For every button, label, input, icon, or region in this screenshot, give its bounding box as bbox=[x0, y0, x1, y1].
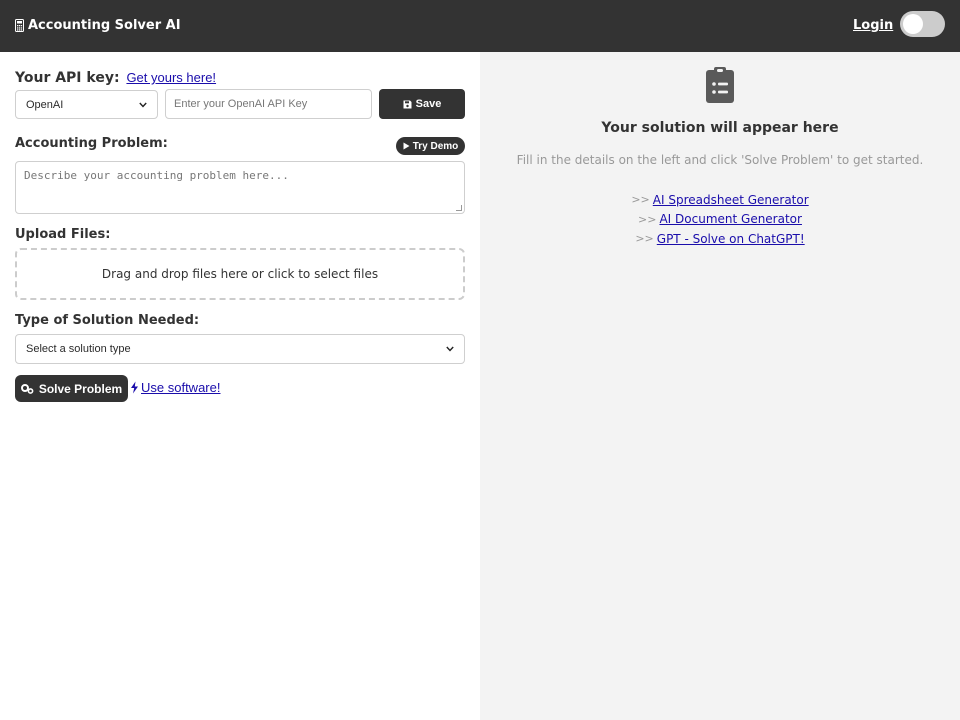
related-link-row: >> AI Document Generator bbox=[480, 210, 960, 230]
use-software-link[interactable]: Use software! bbox=[130, 380, 220, 395]
api-key-label-text: Your API key: bbox=[15, 70, 120, 86]
calculator-icon bbox=[15, 19, 24, 32]
provider-selected-value: OpenAI bbox=[26, 98, 64, 111]
top-navbar: Accounting Solver AI Login bbox=[0, 0, 960, 52]
spreadsheet-generator-link[interactable]: AI Spreadsheet Generator bbox=[653, 193, 809, 207]
try-demo-button[interactable]: Try Demo bbox=[396, 137, 465, 155]
solution-panel: Your solution will appear here Fill in t… bbox=[480, 52, 960, 720]
play-icon bbox=[403, 142, 410, 150]
lightning-bolt-icon bbox=[131, 381, 138, 394]
use-software-label: Use software! bbox=[141, 380, 221, 395]
save-label: Save bbox=[415, 98, 442, 110]
solution-type-select[interactable]: Select a solution type bbox=[15, 334, 465, 364]
api-key-label: Your API key: Get yours here! bbox=[15, 70, 216, 86]
input-panel: Your API key: Get yours here! OpenAI Ent… bbox=[0, 52, 480, 720]
solution-subtitle: Fill in the details on the left and clic… bbox=[516, 153, 924, 167]
problem-textarea[interactable]: Describe your accounting problem here... bbox=[15, 161, 465, 214]
get-api-key-link[interactable]: Get yours here! bbox=[126, 70, 216, 85]
link-arrow: >> bbox=[631, 193, 650, 207]
gears-icon bbox=[20, 383, 34, 394]
chevron-down-icon bbox=[139, 102, 147, 108]
related-link-row: >> GPT - Solve on ChatGPT! bbox=[480, 229, 960, 249]
theme-toggle[interactable] bbox=[900, 11, 945, 37]
login-link[interactable]: Login bbox=[853, 18, 893, 33]
save-button[interactable]: Save bbox=[379, 89, 465, 119]
chatgpt-link[interactable]: GPT - Solve on ChatGPT! bbox=[657, 232, 805, 246]
related-link-row: >> AI Spreadsheet Generator bbox=[480, 190, 960, 210]
app-title: Accounting Solver AI bbox=[28, 18, 181, 33]
provider-select[interactable]: OpenAI bbox=[15, 90, 158, 119]
document-generator-link[interactable]: AI Document Generator bbox=[659, 212, 801, 226]
api-key-placeholder: Enter your OpenAI API Key bbox=[174, 98, 308, 110]
solve-problem-label: Solve Problem bbox=[38, 381, 123, 396]
related-links: >> AI Spreadsheet Generator >> AI Docume… bbox=[480, 190, 960, 249]
solution-type-selected: Select a solution type bbox=[26, 343, 131, 355]
link-arrow: >> bbox=[635, 232, 654, 246]
chevron-down-icon bbox=[446, 346, 454, 352]
file-dropzone[interactable]: Drag and drop files here or click to sel… bbox=[15, 248, 465, 300]
problem-label: Accounting Problem: bbox=[15, 136, 168, 151]
floppy-disk-icon bbox=[403, 100, 412, 108]
resize-handle[interactable] bbox=[456, 205, 462, 211]
problem-placeholder: Describe your accounting problem here... bbox=[24, 169, 289, 182]
app-brand[interactable]: Accounting Solver AI bbox=[15, 18, 181, 33]
solution-title: Your solution will appear here bbox=[601, 120, 839, 136]
dropzone-text: Drag and drop files here or click to sel… bbox=[101, 267, 379, 281]
upload-label: Upload Files: bbox=[15, 227, 111, 242]
try-demo-label: Try Demo bbox=[412, 140, 459, 152]
api-key-input[interactable]: Enter your OpenAI API Key bbox=[165, 89, 372, 119]
toggle-knob bbox=[903, 14, 923, 34]
solution-type-label: Type of Solution Needed: bbox=[15, 313, 200, 328]
link-arrow: >> bbox=[638, 212, 657, 226]
clipboard-list-icon bbox=[706, 67, 734, 103]
solve-problem-button[interactable]: Solve Problem bbox=[15, 375, 128, 402]
